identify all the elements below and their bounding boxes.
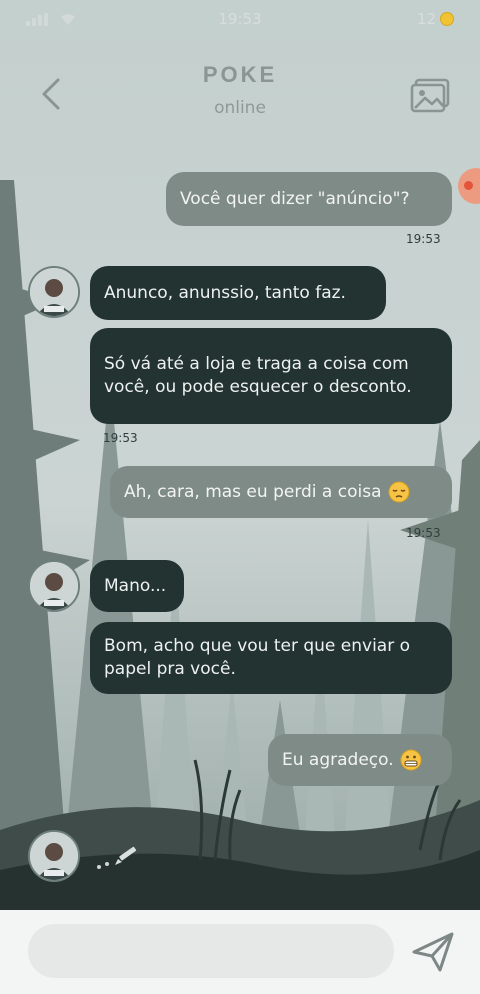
gallery-icon[interactable] <box>410 78 450 114</box>
message-text: Mano... <box>104 575 167 596</box>
status-bar: 19:53 12 <box>0 0 480 40</box>
status-time: 19:53 <box>218 10 262 28</box>
message-text: Eu agradeço. <box>282 749 394 770</box>
message-text: Anunco, anunssio, tanto faz. <box>104 282 346 303</box>
chat-header: POKE online <box>0 56 480 204</box>
message-received: Só vá até a loja e traga a coisa com voc… <box>90 328 452 424</box>
contact-avatar <box>28 830 80 882</box>
message-timestamp: 19:53 <box>406 526 441 540</box>
message-text: Só vá até a loja e traga a coisa com voc… <box>104 354 412 397</box>
grimacing-face-icon <box>400 749 422 771</box>
pensive-face-icon <box>388 481 409 503</box>
message-timestamp: 19:53 <box>406 232 441 246</box>
contact-name: POKE <box>202 62 278 87</box>
notification-indicator: 12 <box>417 10 454 28</box>
message-sent: Ah, cara, mas eu perdi a coisa <box>110 466 452 518</box>
message-timestamp: 19:53 <box>103 431 138 445</box>
composer-bar <box>0 910 480 994</box>
message-text: Você quer dizer "anúncio"? <box>180 188 410 209</box>
contact-avatar <box>28 266 80 318</box>
notification-count: 12 <box>416 10 436 28</box>
message-text: Ah, cara, mas eu perdi a coisa <box>124 481 382 502</box>
contact-status: online <box>214 98 266 118</box>
message-received: Anunco, anunssio, tanto faz. <box>90 266 386 320</box>
message-input[interactable] <box>28 924 394 978</box>
contact-avatar <box>28 560 80 612</box>
message-received: Mano... <box>90 560 184 612</box>
smiley-icon <box>440 12 454 26</box>
message-text: Bom, acho que vou ter que enviar o papel… <box>104 636 411 679</box>
message-sent: Eu agradeço. <box>268 734 452 786</box>
message-received: Bom, acho que vou ter que enviar o papel… <box>90 622 452 694</box>
pencil-icon <box>97 846 137 869</box>
paper-plane-icon[interactable] <box>410 928 456 974</box>
message-sent: Você quer dizer "anúncio"? <box>166 172 452 226</box>
